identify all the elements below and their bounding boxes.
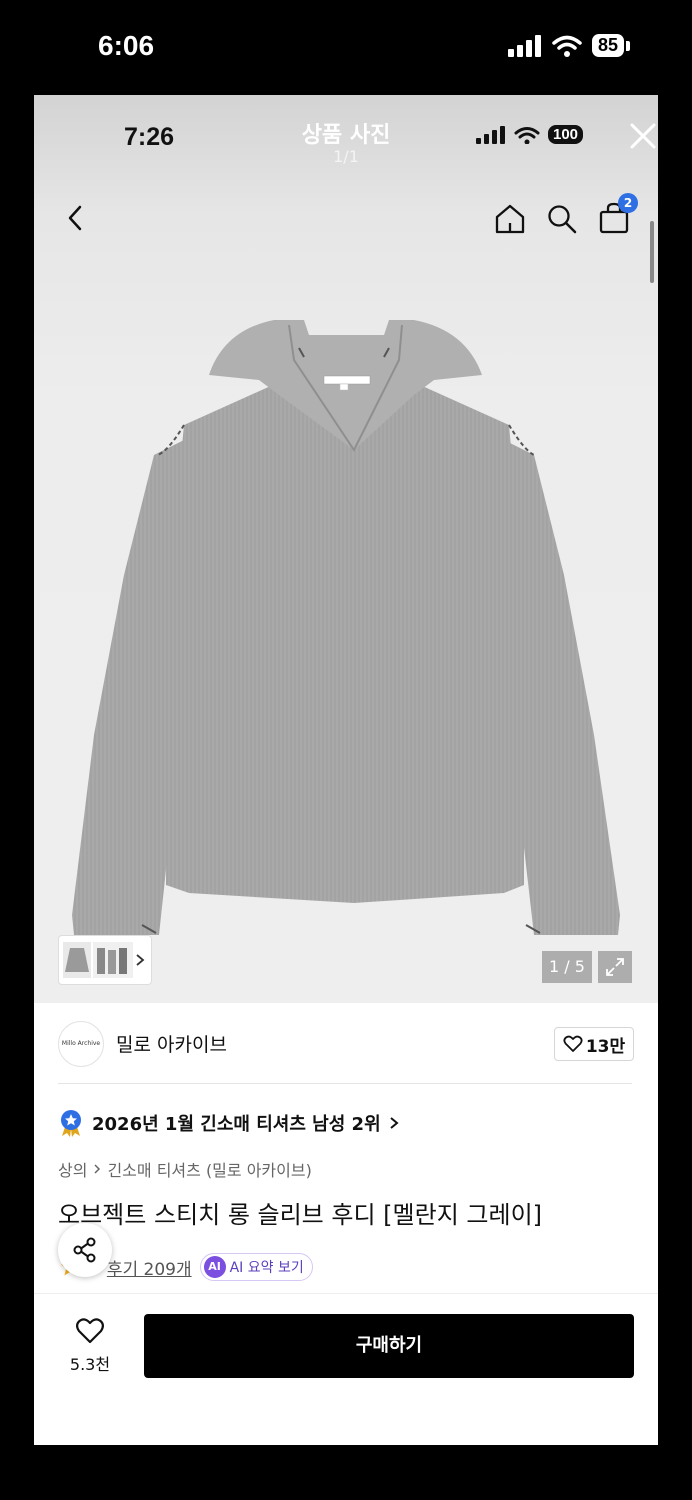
chevron-right-icon [390,1117,399,1129]
ai-summary-button[interactable]: AI AI 요약 보기 [199,1253,313,1281]
heart-icon [76,1318,104,1344]
review-count-link[interactable]: 후기 209개 [107,1255,192,1280]
screenshot-viewer: 7:26 상품 사진 1/1 100 2 1 / 5 Millo Archive… [34,95,658,1445]
battery-indicator: 85 [591,34,624,57]
expand-icon [606,958,624,976]
thumbnail-strip-button[interactable] [58,935,152,985]
photo-counter: 1 / 5 [542,951,592,983]
share-button[interactable] [58,1223,112,1277]
brand-like-button[interactable]: 13만 [554,1027,634,1061]
product-name: 오브젝트 스티치 롱 슬리브 후디 [멜란지 그레이] [58,1201,543,1229]
divider [58,1083,632,1084]
ranking-badge-icon [61,1110,81,1137]
brand-like-count: 13만 [585,1036,626,1057]
signal-icon [507,34,541,57]
brand-name[interactable]: 밀로 아카이브 [116,1030,227,1057]
ai-badge-icon: AI [203,1256,226,1278]
back-icon[interactable] [64,203,88,233]
chevron-right-icon [136,954,145,966]
buy-button[interactable]: 구매하기 [144,1314,634,1378]
expand-button[interactable] [598,951,632,983]
ranking-link[interactable]: 2026년 1월 긴소매 티셔츠 남성 2위 [58,1109,399,1137]
outer-status-icons: 85 [507,34,630,57]
wifi-icon [552,35,582,57]
thumbnail-hoodie-icon [63,942,91,978]
thumbnail-detail-icon [93,942,133,978]
ranking-text: 2026년 1월 긴소매 티셔츠 남성 2위 [92,1114,381,1135]
breadcrumb: 상의 긴소매 티셔츠 (밀로 아카이브) [58,1157,312,1181]
divider [34,1293,658,1294]
cart-button[interactable]: 2 [598,193,638,239]
scrollbar[interactable] [650,221,654,283]
wishlist-count: 5.3천 [69,1355,111,1374]
heart-icon [563,1035,583,1052]
battery-cap [626,40,630,51]
inner-status-icons: 100 [476,125,584,144]
viewer-counter: 1/1 [333,147,359,166]
signal-icon [476,125,505,144]
chevron-right-icon [94,1164,101,1174]
wishlist-button[interactable]: 5.3천 [60,1317,120,1377]
battery-indicator: 100 [548,125,584,144]
home-icon[interactable] [494,203,526,235]
breadcrumb-level2[interactable]: 긴소매 티셔츠 (밀로 아카이브) [107,1157,311,1181]
ai-summary-label: AI 요약 보기 [229,1260,304,1276]
wifi-icon [514,126,540,144]
close-icon[interactable] [630,123,656,149]
share-icon [73,1237,96,1263]
breadcrumb-level1[interactable]: 상의 [58,1157,87,1181]
search-icon[interactable] [546,203,578,235]
outer-status-time: 6:06 [98,30,155,61]
brand-logo[interactable]: Millo Archive [58,1021,104,1067]
cart-count-badge: 2 [618,193,638,213]
